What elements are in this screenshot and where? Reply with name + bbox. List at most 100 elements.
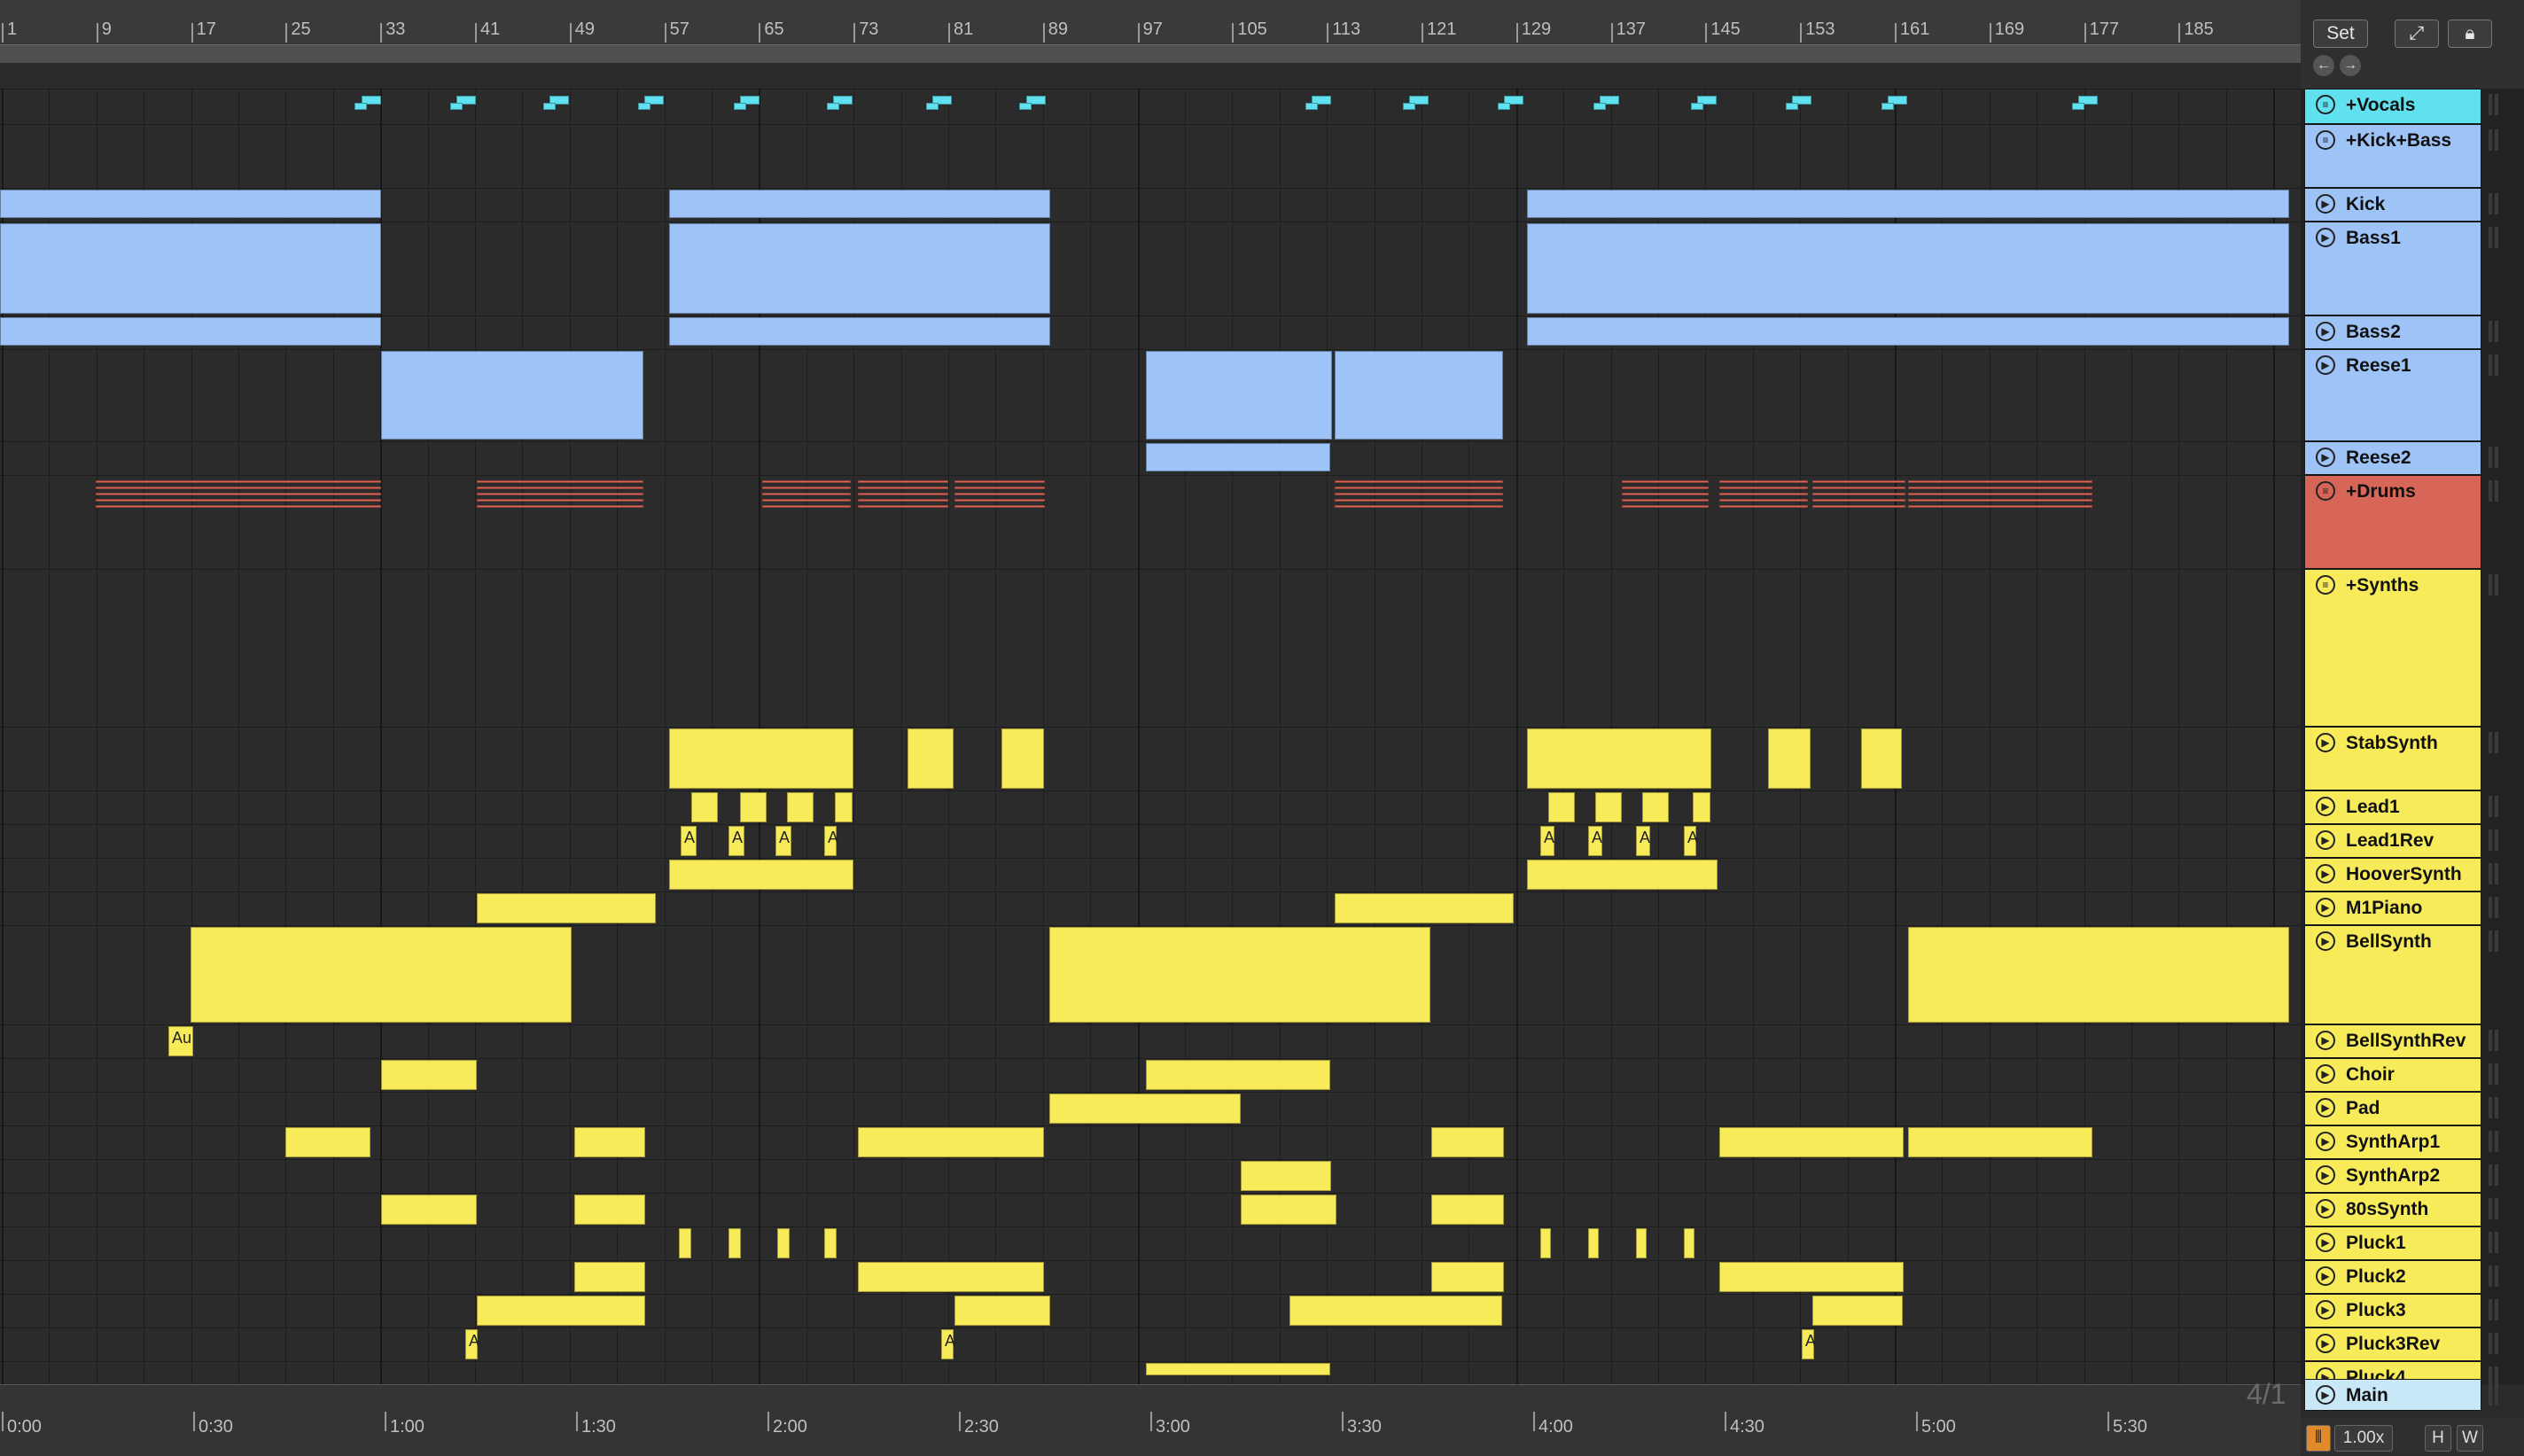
set-button[interactable]: Set <box>2313 19 2368 48</box>
clip[interactable] <box>1019 103 1032 110</box>
clip[interactable] <box>728 1228 741 1258</box>
play-icon[interactable]: ▶ <box>2316 1031 2335 1050</box>
track-header-pluck3rev[interactable]: ▶ Pluck3Rev <box>2304 1328 2481 1361</box>
play-icon[interactable]: ▶ <box>2316 1385 2335 1405</box>
clip[interactable] <box>1622 493 1709 495</box>
clip[interactable] <box>1335 893 1514 923</box>
track-header-hooversynth[interactable]: ▶ HooverSynth <box>2304 858 2481 892</box>
track-header-pad[interactable]: ▶ Pad <box>2304 1092 2481 1125</box>
clip[interactable] <box>1719 505 1808 508</box>
clip[interactable] <box>477 1296 645 1326</box>
clip[interactable]: A <box>775 826 791 856</box>
clip[interactable] <box>954 505 1045 508</box>
clip[interactable] <box>954 1296 1050 1326</box>
track-lane[interactable] <box>0 858 2301 892</box>
clip[interactable] <box>762 505 851 508</box>
clip[interactable] <box>669 728 853 789</box>
clip[interactable]: A <box>465 1329 479 1359</box>
track-lane[interactable] <box>0 569 2301 727</box>
time-ruler[interactable]: 0:00 0:30 1:00 1:30 2:00 2:30 3:00 3:30 4:00 4:30… <box>0 1384 2301 1456</box>
zoom-value[interactable]: 1.00x <box>2334 1425 2393 1452</box>
arrow-right-icon[interactable]: → <box>2340 55 2361 76</box>
clip[interactable] <box>0 190 381 218</box>
track-header-syntharp2[interactable]: ▶ SynthArp2 <box>2304 1159 2481 1193</box>
group-fold-icon[interactable]: ≡ <box>2316 95 2335 114</box>
track-lane[interactable] <box>0 1260 2301 1294</box>
play-icon[interactable]: ▶ <box>2316 448 2335 467</box>
clip[interactable] <box>1527 860 1718 890</box>
clip[interactable]: A <box>1540 826 1554 856</box>
clip[interactable] <box>1241 1161 1331 1191</box>
clip[interactable] <box>1812 480 1905 483</box>
track-lane[interactable] <box>0 1294 2301 1328</box>
clip[interactable] <box>858 1262 1044 1292</box>
play-icon[interactable]: ▶ <box>2316 194 2335 214</box>
play-icon[interactable]: ▶ <box>2316 931 2335 951</box>
track-lane[interactable] <box>0 89 2301 124</box>
clip[interactable] <box>777 1228 790 1258</box>
track-lane[interactable] <box>0 790 2301 824</box>
clip[interactable] <box>740 792 767 822</box>
clip[interactable] <box>1908 927 2289 1023</box>
play-icon[interactable]: ▶ <box>2316 1334 2335 1353</box>
track-lane[interactable] <box>0 824 2301 858</box>
clip[interactable] <box>1335 493 1503 495</box>
clip[interactable] <box>954 499 1045 502</box>
clip[interactable] <box>1146 443 1330 471</box>
play-icon[interactable]: ▶ <box>2316 322 2335 341</box>
clip[interactable] <box>858 493 948 495</box>
clip[interactable]: A <box>941 1329 955 1359</box>
track-header-reese1[interactable]: ▶ Reese1 <box>2304 349 2481 441</box>
track-lane[interactable] <box>0 1024 2301 1058</box>
zoom-icon[interactable]: ⫴ <box>2306 1425 2331 1452</box>
play-icon[interactable]: ▶ <box>2316 1064 2335 1084</box>
clip[interactable] <box>1812 1296 1903 1326</box>
scrub-area[interactable] <box>0 44 2301 63</box>
track-header-bellsynth[interactable]: ▶ BellSynth <box>2304 925 2481 1024</box>
clip[interactable] <box>1431 1262 1504 1292</box>
clip[interactable] <box>574 1262 645 1292</box>
track-header-lead1[interactable]: ▶ Lead1 <box>2304 790 2481 824</box>
clip[interactable] <box>381 1195 477 1225</box>
track-lane[interactable] <box>0 727 2301 790</box>
track-header-lead1rev[interactable]: ▶ Lead1Rev <box>2304 824 2481 858</box>
clip[interactable] <box>762 487 851 489</box>
clip[interactable] <box>1305 103 1318 110</box>
clip[interactable] <box>762 499 851 502</box>
expand-icon[interactable]: ⤢ <box>2395 19 2439 48</box>
clip[interactable] <box>1335 487 1503 489</box>
beat-ruler[interactable]: 1 9 17 25 33 41 49 57 65 73 81 89 97 105 113 121 129 137 1… <box>0 0 2301 51</box>
play-icon[interactable]: ▶ <box>2316 797 2335 816</box>
clip[interactable] <box>691 792 718 822</box>
play-icon[interactable]: ▶ <box>2316 228 2335 247</box>
play-icon[interactable]: ▶ <box>2316 830 2335 850</box>
clip[interactable] <box>0 223 381 314</box>
clip[interactable] <box>1693 792 1710 822</box>
play-icon[interactable]: ▶ <box>2316 898 2335 917</box>
clip[interactable] <box>1431 1127 1504 1157</box>
clip[interactable] <box>1719 1127 1904 1157</box>
play-icon[interactable]: ▶ <box>2316 1199 2335 1219</box>
clip[interactable] <box>1527 190 2289 218</box>
play-icon[interactable]: ▶ <box>2316 1300 2335 1320</box>
clip[interactable] <box>0 317 381 346</box>
clip[interactable] <box>1881 103 1894 110</box>
clip[interactable] <box>1049 927 1430 1023</box>
clip[interactable] <box>1548 792 1575 822</box>
clip[interactable]: A <box>824 826 838 856</box>
clip[interactable] <box>1622 480 1709 483</box>
clip[interactable] <box>858 1127 1044 1157</box>
clip[interactable] <box>858 480 948 483</box>
clip[interactable] <box>1146 351 1332 440</box>
clip[interactable] <box>1527 728 1711 789</box>
track-header--drums[interactable]: ≡ +Drums <box>2304 475 2481 569</box>
arrangement-lanes[interactable]: A A A A A A A A Au A A A <box>0 89 2301 1384</box>
clip[interactable] <box>1719 493 1808 495</box>
clip[interactable] <box>1908 487 2092 489</box>
clip[interactable]: A <box>1636 826 1650 856</box>
track-header-choir[interactable]: ▶ Choir <box>2304 1058 2481 1092</box>
w-button[interactable]: W <box>2457 1425 2483 1452</box>
clip[interactable] <box>1335 499 1503 502</box>
clip[interactable] <box>954 480 1045 483</box>
clip[interactable] <box>1719 1262 1904 1292</box>
